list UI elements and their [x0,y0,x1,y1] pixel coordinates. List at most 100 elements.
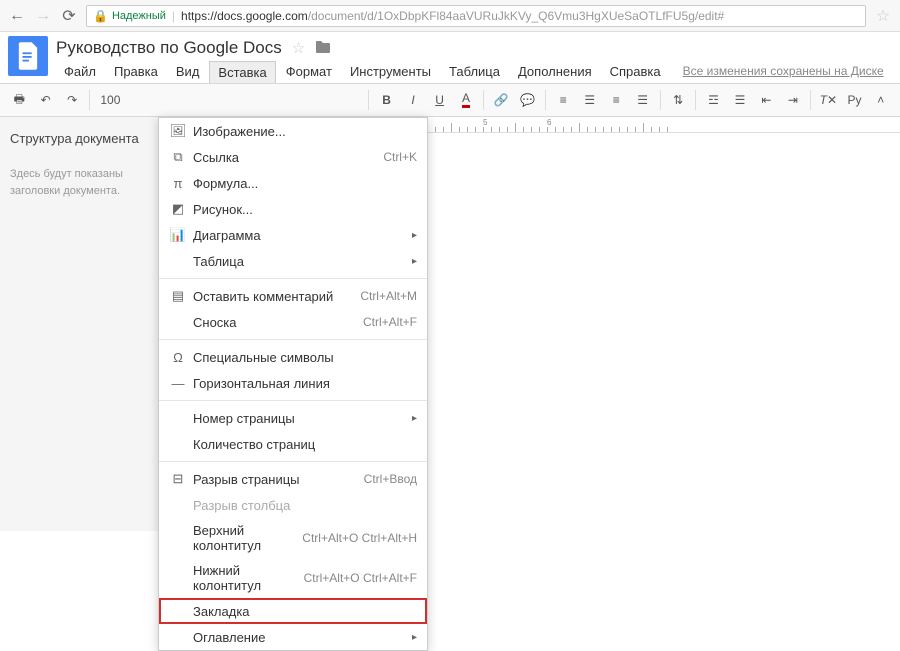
redo-button[interactable]: ↷ [61,88,83,112]
dropdown-item-верхний-колонтитул[interactable]: Верхний колонтитулCtrl+Alt+O Ctrl+Alt+H [159,518,427,558]
dropdown-label: Ссылка [189,150,383,165]
docs-logo-icon[interactable] [8,36,48,76]
browser-chrome: ← → ⟳ 🔒 Надежный | https://docs.google.c… [0,0,900,32]
back-button[interactable]: ← [8,7,26,25]
dropdown-label: Горизонтальная линия [189,376,417,391]
dropdown-item-формула-[interactable]: πФормула... [159,170,427,196]
blank-icon [167,253,189,269]
dropdown-label: Формула... [189,176,417,191]
menu-addons[interactable]: Дополнения [510,61,600,83]
italic-button[interactable]: I [402,88,424,112]
blank-icon [167,570,189,586]
dropdown-shortcut: Ctrl+K [383,150,417,164]
app-header: Руководство по Google Docs ☆ Файл Правка… [0,32,900,83]
menu-bar: Файл Правка Вид Вставка Формат Инструмен… [56,61,892,83]
save-status[interactable]: Все изменения сохранены на Диске [675,61,892,83]
font-color-button[interactable]: A [455,88,477,112]
dropdown-label: Оглавление [189,630,412,645]
clear-formatting-button[interactable]: T✕ [817,88,839,112]
chart-icon: 📊 [167,227,189,243]
url-bar[interactable]: 🔒 Надежный | https://docs.google.com/doc… [86,5,866,27]
comment-button[interactable]: 💬 [517,88,539,112]
dropdown-item-специальные-символы[interactable]: ΩСпециальные символы [159,344,427,370]
doc-title[interactable]: Руководство по Google Docs [56,38,282,58]
dropdown-item-разрыв-страницы[interactable]: ⊟Разрыв страницыCtrl+Ввод [159,466,427,492]
dropdown-item-рисунок-[interactable]: ◩Рисунок... [159,196,427,222]
bold-button[interactable]: B [375,88,397,112]
dropdown-item-изображение-[interactable]: 🖼Изображение... [159,118,427,144]
url-path: /document/d/1OxDbpKFl84aaVURuJkKVy_Q6Vmu… [308,9,724,23]
dropdown-item-закладка[interactable]: Закладка [159,598,427,624]
chevron-right-icon: ▸ [412,256,417,267]
sidebar-hint: Здесь будут показаны заголовки документа… [10,166,154,199]
chevron-right-icon: ▸ [412,632,417,643]
dropdown-label: Разрыв столбца [189,498,417,513]
blank-icon [167,410,189,426]
menu-view[interactable]: Вид [168,61,208,83]
dropdown-label: Разрыв страницы [189,472,364,487]
dropdown-item-количество-страниц[interactable]: Количество страниц [159,431,427,457]
line-spacing-button[interactable]: ⇅ [667,88,689,112]
toolbar: 🖶 ↶ ↷ 100 B I U A 🔗 💬 ≡ ☰ ≡ ☰ ⇅ ☲ ☰ ⇤ ⇥ … [0,83,900,117]
image-icon: 🖼 [167,123,189,139]
star-button[interactable]: ☆ [874,7,892,25]
outline-sidebar: Структура документа Здесь будут показаны… [0,117,165,531]
comment-icon: ▤ [167,288,189,304]
dropdown-label: Закладка [189,604,417,619]
collapse-toolbar-button[interactable]: ˄ [870,88,892,112]
outdent-button[interactable]: ⇤ [755,88,777,112]
omega-icon: Ω [167,349,189,365]
align-left-button[interactable]: ≡ [552,88,574,112]
align-right-button[interactable]: ≡ [605,88,627,112]
blank-icon [167,603,189,619]
menu-tools[interactable]: Инструменты [342,61,439,83]
editing-mode-button[interactable]: Ру [844,93,866,107]
dropdown-item-горизонтальная-линия[interactable]: —Горизонтальная линия [159,370,427,396]
dropdown-item-сноска[interactable]: СноскаCtrl+Alt+F [159,309,427,335]
blank-icon [167,436,189,452]
reload-button[interactable]: ⟳ [60,7,78,25]
dropdown-shortcut: Ctrl+Alt+F [363,315,417,329]
dropdown-shortcut: Ctrl+Alt+O Ctrl+Alt+F [304,571,417,585]
chevron-right-icon: ▸ [412,230,417,241]
menu-help[interactable]: Справка [602,61,669,83]
align-center-button[interactable]: ☰ [579,88,601,112]
indent-button[interactable]: ⇥ [782,88,804,112]
numbered-list-button[interactable]: ☲ [702,88,724,112]
menu-edit[interactable]: Правка [106,61,166,83]
blank-icon [167,530,189,546]
dropdown-item-номер-страницы[interactable]: Номер страницы▸ [159,405,427,431]
undo-button[interactable]: ↶ [34,88,56,112]
link-button[interactable]: 🔗 [490,88,512,112]
menu-format[interactable]: Формат [278,61,340,83]
dropdown-label: Количество страниц [189,437,417,452]
forward-button[interactable]: → [34,7,52,25]
zoom-select[interactable]: 100 [96,93,124,107]
dropdown-item-диаграмма[interactable]: 📊Диаграмма▸ [159,222,427,248]
folder-icon[interactable] [315,40,331,56]
pi-icon: π [167,175,189,191]
dropdown-item-ссылка[interactable]: ⧉СсылкаCtrl+K [159,144,427,170]
blank-icon [167,314,189,330]
menu-file[interactable]: Файл [56,61,104,83]
menu-insert[interactable]: Вставка [209,61,275,83]
insert-dropdown: 🖼Изображение...⧉СсылкаCtrl+KπФормула...◩… [158,117,428,651]
sidebar-title: Структура документа [10,131,154,146]
blank-icon [167,629,189,645]
break-icon: ⊟ [167,471,189,487]
underline-button[interactable]: U [428,88,450,112]
dropdown-item-нижний-колонтитул[interactable]: Нижний колонтитулCtrl+Alt+O Ctrl+Alt+F [159,558,427,598]
star-icon[interactable]: ☆ [292,39,305,57]
url-host: https://docs.google.com [181,9,308,23]
bulleted-list-button[interactable]: ☰ [729,88,751,112]
dropdown-item-оставить-комментарий[interactable]: ▤Оставить комментарийCtrl+Alt+M [159,283,427,309]
align-justify-button[interactable]: ☰ [631,88,653,112]
menu-table[interactable]: Таблица [441,61,508,83]
print-button[interactable]: 🖶 [8,88,30,112]
dropdown-label: Диаграмма [189,228,412,243]
dropdown-label: Специальные символы [189,350,417,365]
dropdown-item-оглавление[interactable]: Оглавление▸ [159,624,427,650]
dropdown-label: Верхний колонтитул [189,523,302,553]
dropdown-item-таблица[interactable]: Таблица▸ [159,248,427,274]
draw-icon: ◩ [167,201,189,217]
